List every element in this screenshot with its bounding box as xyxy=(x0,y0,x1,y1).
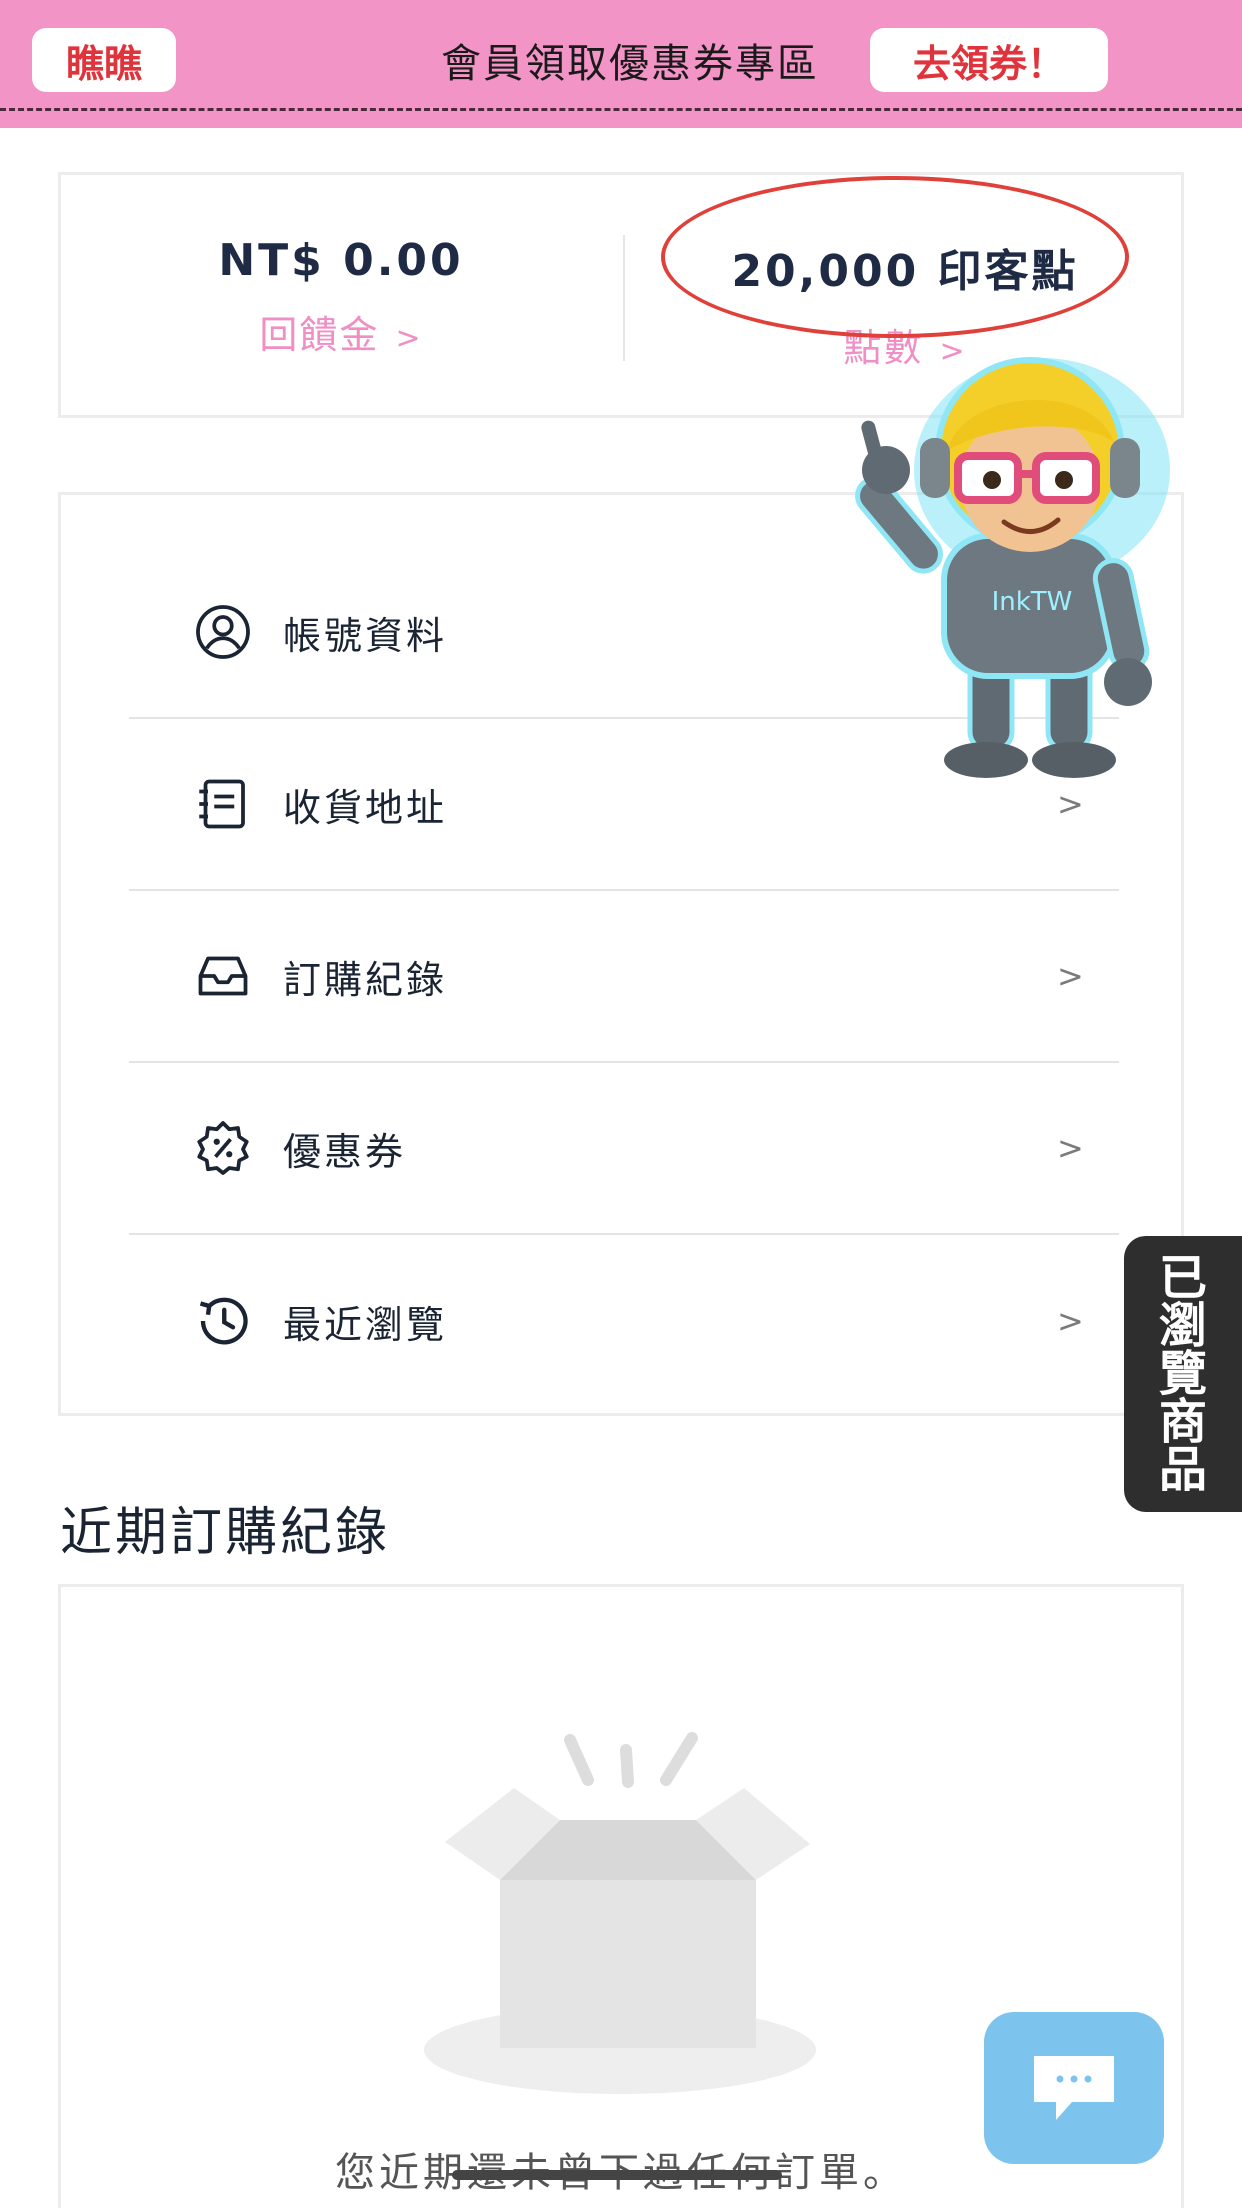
menu-item-label: 訂購紀錄 xyxy=(283,957,448,1002)
credit-label: 回饋金 xyxy=(259,313,380,357)
promo-banner: 瞧瞧 會員領取優惠券專區 去領券！ xyxy=(0,0,1242,128)
credit-value: NT$ 0.00 xyxy=(218,235,464,286)
history-clock-icon xyxy=(191,1289,255,1353)
chevron-right-icon: > xyxy=(1057,1302,1084,1340)
banner-title: 會員領取優惠券專區 xyxy=(441,41,819,87)
menu-item-label: 優惠券 xyxy=(283,1129,407,1174)
viewed-products-tab[interactable]: 已瀏覽商品 xyxy=(1124,1236,1242,1512)
menu-item-recent[interactable]: 最近瀏覽 > xyxy=(129,1235,1119,1407)
shirt-text: InkTW xyxy=(992,587,1073,617)
discount-badge-icon xyxy=(191,1116,255,1180)
chat-bubble-icon xyxy=(1034,2056,1114,2120)
banner-dashed-divider xyxy=(0,108,1242,111)
user-circle-icon xyxy=(191,600,255,664)
address-book-icon xyxy=(191,772,255,836)
chevron-right-icon: > xyxy=(1057,957,1084,995)
viewed-products-label: 已瀏覽商品 xyxy=(1158,1250,1207,1498)
chat-button[interactable] xyxy=(984,2012,1164,2164)
credit-balance[interactable]: NT$ 0.00 回饋金 > xyxy=(61,235,621,359)
inbox-tray-icon xyxy=(191,944,255,1008)
menu-item-label: 最近瀏覽 xyxy=(283,1302,448,1347)
menu-item-orders[interactable]: 訂購紀錄 > xyxy=(129,891,1119,1063)
credit-link[interactable]: 回饋金 > xyxy=(61,304,621,359)
look-button[interactable]: 瞧瞧 xyxy=(32,28,176,92)
inktw-mascot-image: InkTW xyxy=(855,357,1170,778)
chevron-right-icon: > xyxy=(1057,1129,1084,1167)
get-coupon-button[interactable]: 去領券！ xyxy=(870,28,1108,92)
empty-box-icon xyxy=(424,1732,816,2094)
chevron-right-icon: > xyxy=(395,321,423,356)
chevron-right-icon: > xyxy=(1057,785,1084,823)
home-indicator[interactable] xyxy=(452,2170,782,2180)
highlight-oval xyxy=(661,176,1129,338)
menu-item-coupons[interactable]: 優惠券 > xyxy=(129,1063,1119,1235)
recent-orders-title: 近期訂購紀錄 xyxy=(60,1503,391,1563)
